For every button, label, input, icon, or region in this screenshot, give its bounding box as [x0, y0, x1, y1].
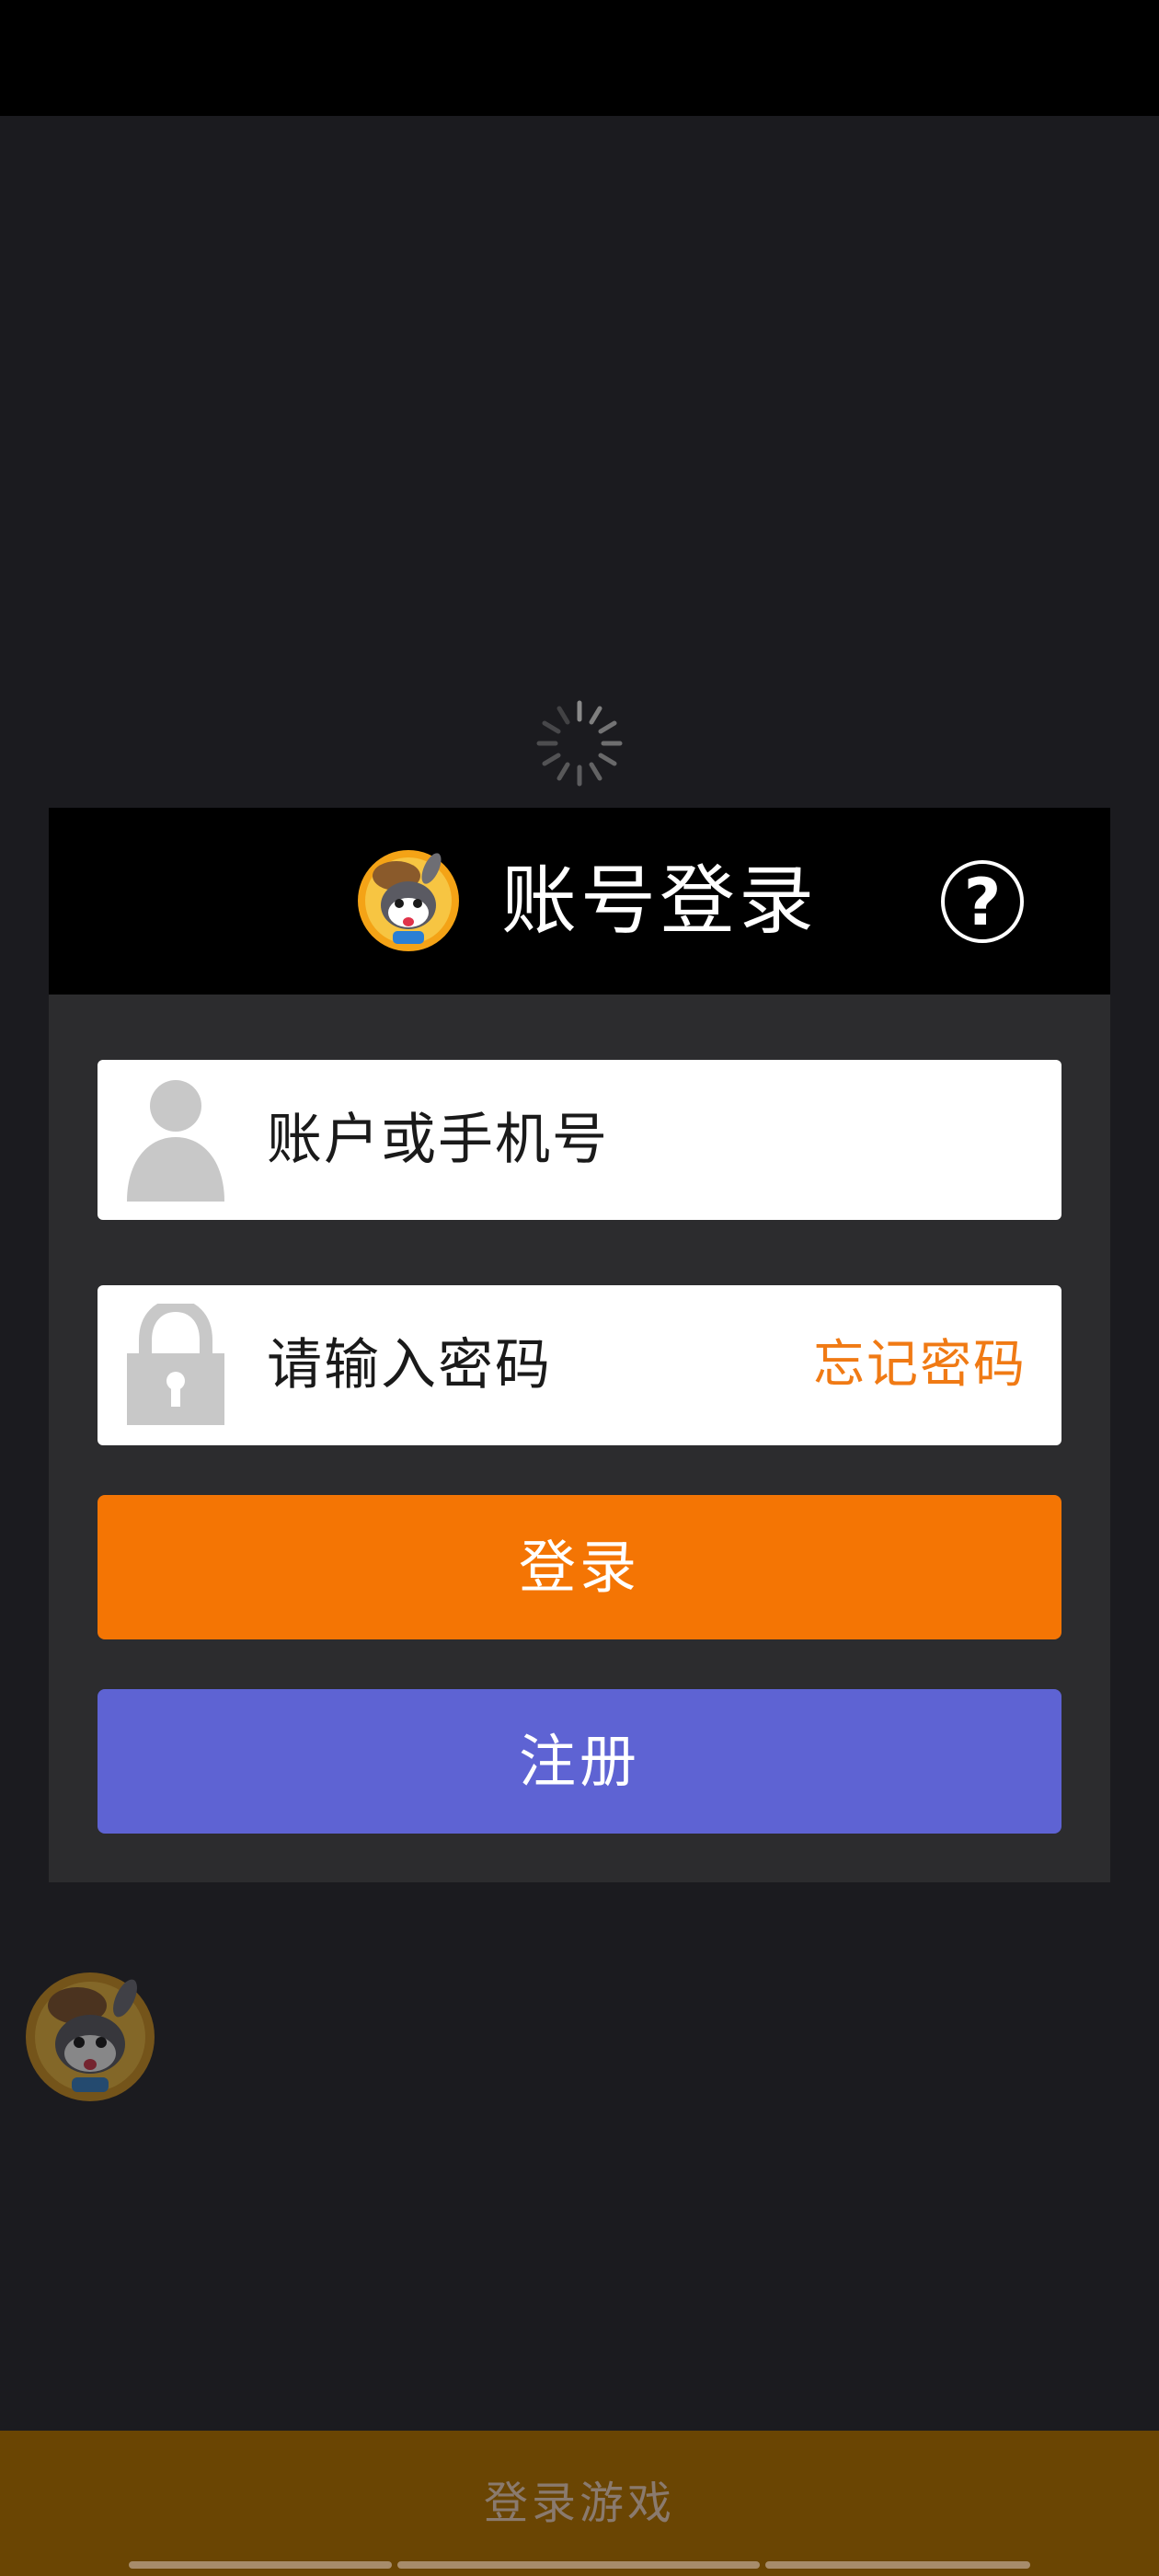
mascot-logo-icon [358, 850, 459, 951]
progress-segment [129, 2561, 392, 2569]
account-field[interactable]: 账户或手机号 [98, 1060, 1061, 1220]
loading-spinner-icon [536, 700, 623, 787]
login-button[interactable]: 登录 [98, 1495, 1061, 1639]
login-game-button[interactable]: 登录游戏 [0, 2431, 1159, 2576]
progress-segment [397, 2561, 760, 2569]
status-bar [0, 0, 1159, 116]
account-placeholder: 账户或手机号 [267, 1108, 609, 1172]
floating-mascot-icon[interactable] [24, 1971, 156, 2103]
password-field[interactable]: 请输入密码 忘记密码 [98, 1285, 1061, 1445]
register-button[interactable]: 注册 [98, 1689, 1061, 1834]
lock-icon [127, 1304, 224, 1425]
progress-segment [765, 2561, 1030, 2569]
user-icon [127, 1080, 224, 1202]
login-dialog: 账号登录 ? 账户或手机号 请输入密码 忘记密码 登录 注册 [49, 808, 1110, 1882]
dialog-title: 账号登录 [501, 857, 819, 945]
bottom-bar: 登录游戏 [0, 2431, 1159, 2576]
help-button[interactable]: ? [941, 860, 1024, 943]
password-placeholder: 请输入密码 [267, 1333, 552, 1397]
forgot-password-link[interactable]: 忘记密码 [813, 1285, 1027, 1445]
dialog-header: 账号登录 ? [49, 808, 1110, 995]
